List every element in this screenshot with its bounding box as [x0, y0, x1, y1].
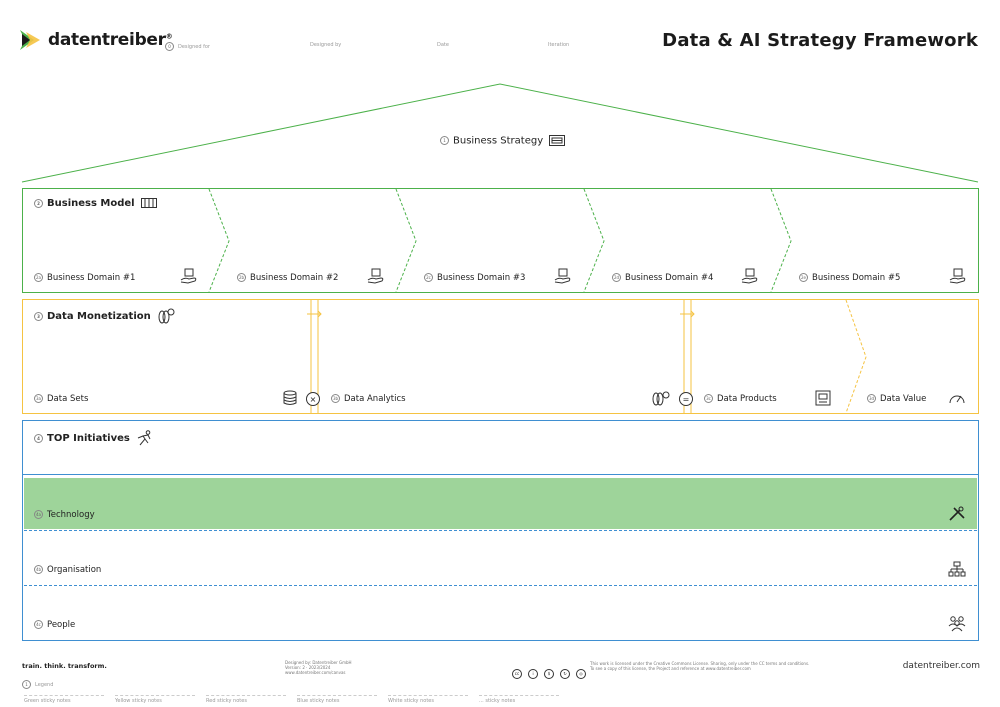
legend-label: 1 Legend [22, 680, 53, 689]
coins-icon [158, 308, 175, 324]
cc-icon: cc [512, 669, 522, 679]
data-analytics-label[interactable]: 3b Data Analytics [331, 394, 406, 404]
legend-red: Red sticky notes [206, 695, 286, 704]
multiply-operator: × [306, 392, 320, 406]
legend-yellow: Yellow sticky notes [115, 695, 195, 704]
tagline: train. think. transform. [22, 662, 107, 670]
initiatives-divider [22, 474, 979, 475]
data-monetization-title: 3 Data Monetization [34, 308, 175, 324]
business-domain-3[interactable]: 2c Business Domain #3 [424, 273, 525, 283]
org-chart-icon [948, 561, 966, 577]
runner-icon [138, 430, 151, 446]
organisation-label[interactable]: 4b Organisation [34, 565, 101, 575]
legend-blue: Blue sticky notes [297, 695, 377, 704]
legend-white: White sticky notes [388, 695, 468, 704]
domain-hand-box-icon [949, 268, 966, 284]
top-initiatives-title: 4 TOP Initiatives [34, 430, 154, 446]
business-domain-5[interactable]: 2e Business Domain #5 [799, 273, 900, 283]
by-icon: i [528, 669, 538, 679]
business-domain-2[interactable]: 2b Business Domain #2 [237, 273, 338, 283]
business-strategy-label: 1 Business Strategy [440, 135, 566, 147]
license-text: This work is licensed under the Creative… [590, 661, 810, 671]
people-label[interactable]: 4c People [34, 620, 75, 630]
legend-other: ... sticky notes [479, 695, 559, 704]
data-value-label[interactable]: 3d Data Value [867, 394, 926, 404]
data-sets-label[interactable]: 3a Data Sets [34, 394, 88, 404]
data-products-label[interactable]: 3c Data Products [704, 394, 777, 404]
sa-icon: ↻ [560, 669, 570, 679]
footer-url[interactable]: datentreiber.com [903, 661, 980, 671]
domain-hand-box-icon [367, 268, 384, 284]
legend-green: Green sticky notes [24, 695, 104, 704]
share-icon: ◎ [576, 669, 586, 679]
database-stack-icon [283, 390, 297, 405]
business-model-icon [141, 198, 158, 208]
technology-row[interactable] [24, 478, 977, 529]
speedometer-icon [949, 395, 965, 404]
domain-hand-box-icon [554, 268, 571, 284]
tools-icon [949, 506, 965, 521]
business-model-title: 2 Business Model [34, 198, 158, 209]
strategy-board-icon [549, 135, 566, 146]
nc-icon: $ [544, 669, 554, 679]
technology-label[interactable]: 4a Technology [34, 510, 95, 520]
domain-hand-box-icon [741, 268, 758, 284]
license-icons: cc i $ ↻ ◎ [512, 660, 592, 679]
equals-operator: = [679, 392, 693, 406]
credits: Designed by: Datentreiber GmbH Version: … [285, 660, 352, 675]
analytics-coins-icon [652, 391, 670, 406]
dashed-divider [24, 585, 977, 586]
vending-machine-icon [815, 390, 831, 406]
business-domain-4[interactable]: 2d Business Domain #4 [612, 273, 713, 283]
domain-hand-box-icon [180, 268, 197, 284]
business-domain-1[interactable]: 2a Business Domain #1 [34, 273, 135, 283]
people-group-icon [948, 616, 966, 632]
dashed-divider [24, 530, 977, 531]
